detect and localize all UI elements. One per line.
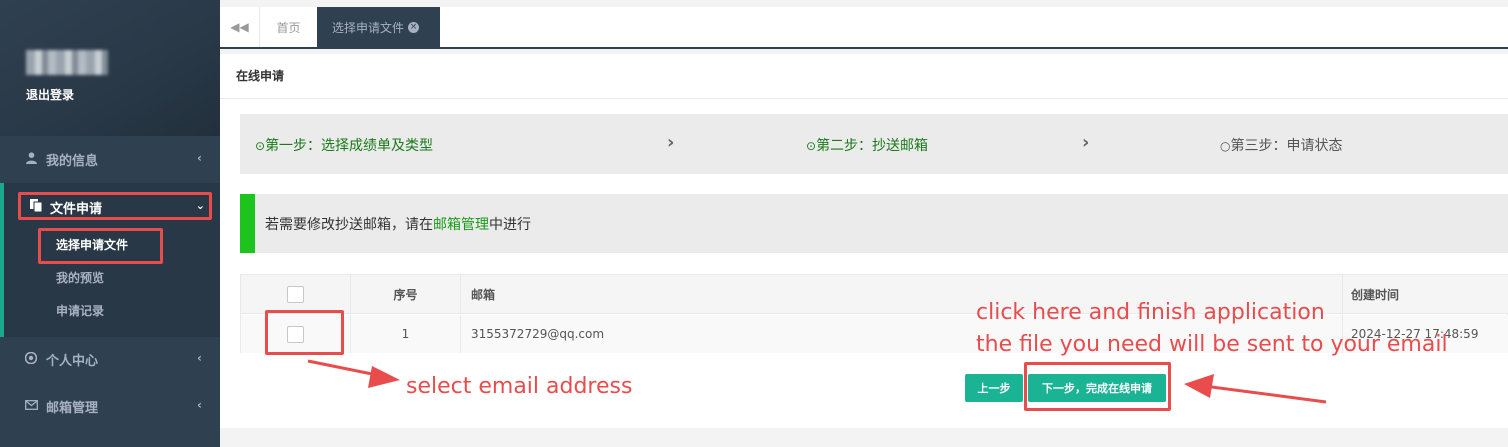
arrow-to-checkbox-icon [307, 359, 400, 388]
annotation-click-here-1: click here and finish application [976, 300, 1325, 325]
annotation-select-email: select email address [406, 374, 633, 399]
annotation-arrows [307, 359, 1327, 404]
arrow-to-next-button-icon [1184, 374, 1327, 404]
annotation-click-here-2: the file you need will be sent to your e… [976, 332, 1448, 357]
